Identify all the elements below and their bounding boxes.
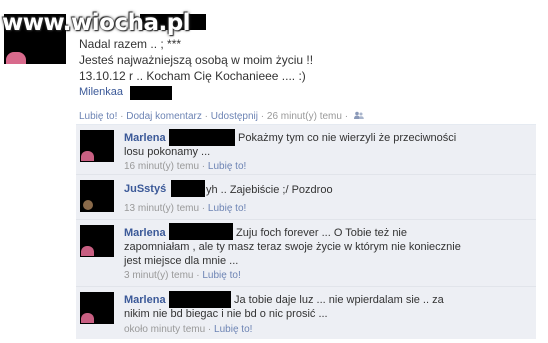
comment-author[interactable]: Marlena — [124, 132, 166, 144]
comment-text-line: jest miejsce dla mnie ... — [124, 255, 239, 267]
comment-meta: około minuty temu · Lubię to! — [124, 324, 253, 335]
comment-time[interactable]: 16 minut(y) temu — [124, 161, 199, 172]
post-actions: Lubię to! · Dodaj komentarz · Udostępnij… — [79, 111, 364, 122]
redacted-comment-surname — [171, 180, 205, 197]
watermark-logo: www.wiocha.pl — [2, 10, 191, 36]
commenter-avatar[interactable] — [80, 180, 114, 212]
comment-like-link[interactable]: Lubię to! — [208, 203, 246, 214]
comment-text-line: nikim nie bd biegac i nie bd o nic prosi… — [124, 308, 328, 320]
redacted-author-surname — [130, 86, 172, 100]
comment-author[interactable]: Marlena — [124, 227, 166, 239]
comment-text-line: Ja tobie daje luz ... nie wpierdalam sie… — [234, 294, 444, 306]
comment-author[interactable]: Marlena — [124, 294, 166, 306]
commenter-avatar[interactable] — [80, 130, 114, 162]
comment-text-line: zapomniałam , ale ty masz teraz swoje ży… — [124, 241, 461, 253]
audience-friends-icon[interactable] — [353, 111, 364, 120]
comment-item: Marlena Zuju foch forever ... O Tobie te… — [76, 220, 536, 287]
comment-item: Marlena Pokażmy tym co nie wierzyli że p… — [76, 125, 536, 175]
comment-like-link[interactable]: Lubię to! — [214, 324, 252, 335]
post-text-line-1: Nadal razem .. ; *** — [79, 37, 182, 51]
comment-meta: 13 minut(y) temu · Lubię to! — [124, 203, 247, 214]
comment-time[interactable]: około minuty temu — [124, 324, 205, 335]
comment-item: Marlena Ja tobie daje luz ... nie wpierd… — [76, 287, 536, 340]
post-text-line-3: 13.10.12 r .. Kocham Cię Kochanieee ....… — [79, 69, 306, 83]
comment-like-link[interactable]: Lubię to! — [202, 270, 240, 281]
add-comment-link[interactable]: Dodaj komentarz — [126, 111, 202, 122]
redacted-comment-surname — [169, 291, 231, 308]
comment-meta: 3 minut(y) temu · Lubię to! — [124, 270, 241, 281]
commenter-avatar[interactable] — [80, 292, 114, 324]
comment-author[interactable]: JuSstyś — [124, 183, 166, 195]
share-link[interactable]: Udostępnij — [211, 111, 258, 122]
comments-list: Marlena Pokażmy tym co nie wierzyli że p… — [76, 124, 536, 339]
comment-like-link[interactable]: Lubię to! — [208, 161, 246, 172]
comment-time[interactable]: 13 minut(y) temu — [124, 203, 199, 214]
comment-meta: 16 minut(y) temu · Lubię to! — [124, 161, 247, 172]
post-tagged-author[interactable]: Milenkaa — [79, 86, 123, 98]
comment-item: JuSstyś yh .. Zajebiście ;/ Pozdroo 13 m… — [76, 175, 536, 220]
redacted-comment-surname — [169, 129, 235, 146]
comment-text-line: yh .. Zajebiście ;/ Pozdroo — [206, 184, 333, 196]
comment-text-line: Pokażmy tym co nie wierzyli że przeciwno… — [238, 132, 457, 144]
redacted-comment-surname — [169, 223, 233, 240]
comment-text-line: Zuju foch forever ... O Tobie też nie — [236, 227, 407, 239]
post-text-line-2: Jesteś najważniejszą osobą w moim życiu … — [79, 53, 314, 67]
like-link[interactable]: Lubię to! — [79, 111, 117, 122]
comment-time[interactable]: 3 minut(y) temu — [124, 270, 193, 281]
post-timestamp[interactable]: 26 minut(y) temu — [267, 111, 342, 122]
commenter-avatar[interactable] — [80, 225, 114, 257]
comment-text-line: losu pokonamy ... — [124, 146, 211, 158]
